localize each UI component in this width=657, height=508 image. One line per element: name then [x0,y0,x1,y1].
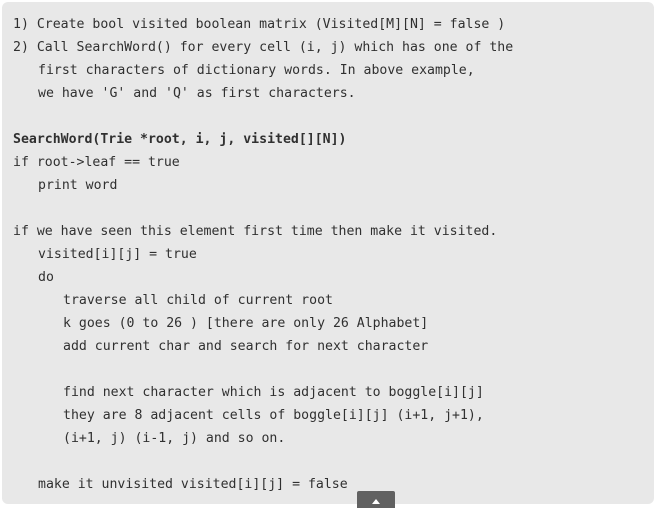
code-line-find-next: find next character which is adjacent to… [63,385,484,400]
code-line-2: 2) Call SearchWord() for every cell (i, … [13,40,514,55]
code-line-set-visited: visited[i][j] = true [38,247,197,262]
code-line-visit-comment: if we have seen this element first time … [13,224,498,239]
code-line-k-loop: k goes (0 to 26 ) [there are only 26 Alp… [63,316,429,331]
code-line-adjacent-more: (i+1, j) (i-1, j) and so on. [63,431,286,446]
code-line-unvisit: make it unvisited visited[i][j] = false [38,477,348,492]
pseudocode-block: 1) Create bool visited boolean matrix (V… [13,13,513,496]
code-line-print-word: print word [38,178,118,193]
code-line-3: first characters of dictionary words. In… [38,63,475,78]
chevron-up-icon [372,499,380,504]
scroll-to-top-button[interactable] [357,491,395,508]
code-panel: 1) Create bool visited boolean matrix (V… [2,2,654,504]
code-line-traverse: traverse all child of current root [63,293,333,308]
function-signature: SearchWord(Trie *root, i, j, visited[][N… [13,132,347,147]
code-line-leaf-check: if root->leaf == true [13,155,180,170]
code-line-4: we have 'G' and 'Q' as first characters. [38,86,356,101]
code-line-do: do [38,270,54,285]
code-line-adjacent-cells: they are 8 adjacent cells of boggle[i][j… [63,408,484,423]
code-line-add-char: add current char and search for next cha… [63,339,429,354]
code-line-1: 1) Create bool visited boolean matrix (V… [13,17,506,32]
